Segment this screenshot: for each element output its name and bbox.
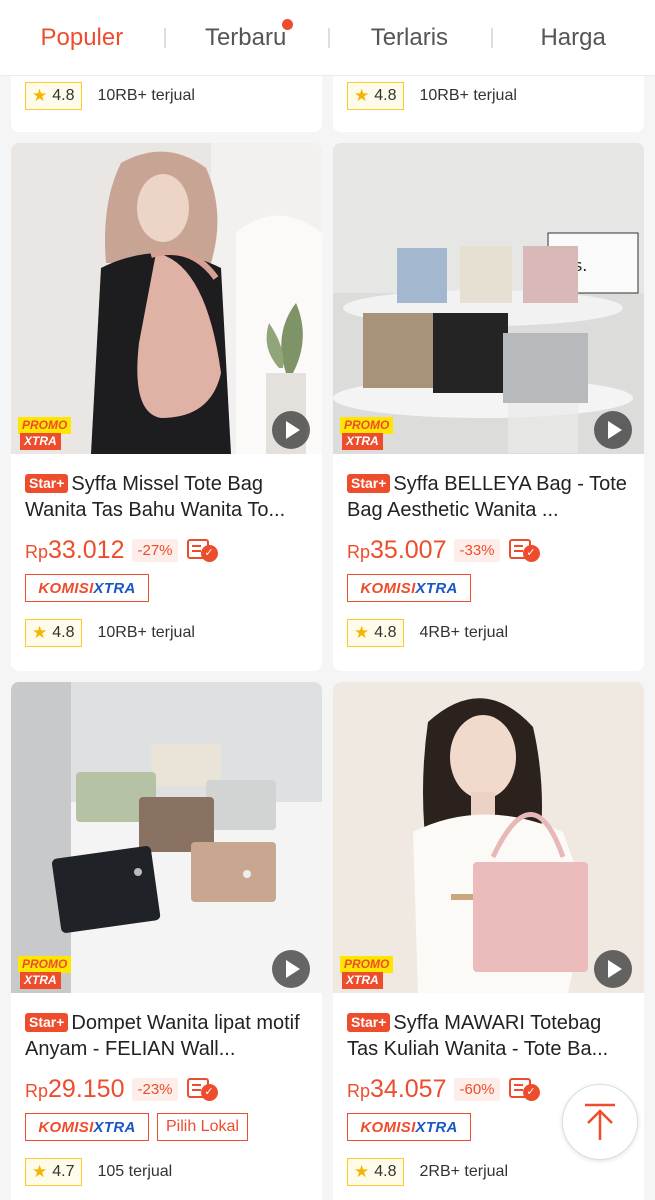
star-icon: ★	[354, 86, 370, 105]
rating-value: 4.8	[374, 87, 397, 104]
arrow-up-icon	[585, 1103, 615, 1140]
tab-terbaru-label: Terbaru	[204, 23, 287, 51]
rating-row: ★ 4.8 10RB+ terjual	[25, 82, 195, 110]
back-to-top-button[interactable]	[562, 1084, 638, 1160]
product-image[interactable]: PROMO XTRA	[11, 143, 322, 454]
price: Rp34.057	[347, 1074, 447, 1103]
rating-badge: ★ 4.7	[25, 1158, 82, 1186]
rating-badge: ★ 4.8	[25, 619, 82, 647]
rating-value: 4.8	[374, 624, 397, 641]
rating-value: 4.8	[52, 624, 75, 641]
tag-row: KOMISI XTRA	[347, 574, 471, 602]
rating-value: 4.7	[52, 1163, 75, 1180]
tab-populer[interactable]: Populer	[0, 0, 164, 76]
product-title: Star+ Syffa Missel Tote Bag Wanita Tas Ba…	[25, 471, 312, 523]
rating-row: ★ 4.8 10RB+ terjual	[25, 619, 195, 647]
tab-terlaris[interactable]: Terlaris	[327, 0, 492, 76]
play-video-icon[interactable]	[594, 411, 632, 449]
rating-badge: ★ 4.8	[347, 82, 404, 110]
cod-verified-icon: ✓	[186, 537, 221, 563]
play-video-icon[interactable]	[272, 411, 310, 449]
rating-row: ★ 4.8 10RB+ terjual	[347, 82, 517, 110]
discount-badge: -23%	[132, 1077, 178, 1101]
product-card[interactable]: PROMO XTRA Star+ Syffa Missel Tote Bag Wan…	[11, 143, 322, 671]
price-row: Rp29.150 -23% ✓	[25, 1072, 221, 1106]
komisi-xtra-tag: KOMISI XTRA	[25, 1113, 149, 1141]
star-plus-badge: Star+	[347, 1013, 391, 1032]
promo-xtra-badge: PROMO XTRA	[18, 417, 88, 451]
star-icon: ★	[32, 86, 48, 105]
sold-count: 105 terjual	[97, 1163, 173, 1180]
pilih-lokal-tag: Pilih Lokal	[157, 1113, 248, 1141]
tag-row: KOMISI XTRA Pilih Lokal	[25, 1113, 248, 1141]
tag-row: KOMISI XTRA	[347, 1113, 471, 1141]
promo-xtra-badge: PROMO XTRA	[18, 956, 88, 990]
komisi-xtra-tag: KOMISI XTRA	[347, 574, 471, 602]
rating-row: ★ 4.7 105 terjual	[25, 1158, 172, 1186]
rating-value: 4.8	[374, 1163, 397, 1180]
play-video-icon[interactable]	[272, 950, 310, 988]
tag-row: KOMISI XTRA	[25, 574, 149, 602]
star-icon: ★	[32, 623, 48, 642]
product-image[interactable]: PROMO XTRA	[333, 682, 644, 993]
product-title: Star+ Syffa BELLEYA Bag - Tote Bag Aesthe…	[347, 471, 634, 523]
rating-row: ★ 4.8 4RB+ terjual	[347, 619, 508, 647]
komisi-xtra-tag: KOMISI XTRA	[347, 1113, 471, 1141]
sort-tabs: Populer Terbaru Terlaris Harga	[0, 0, 655, 76]
discount-badge: -60%	[454, 1077, 500, 1101]
new-indicator-dot	[281, 18, 293, 30]
price: Rp29.150	[25, 1074, 125, 1103]
star-plus-badge: Star+	[25, 1013, 69, 1032]
star-plus-badge: Star+	[347, 474, 391, 493]
price-row: Rp34.057 -60% ✓	[347, 1072, 543, 1106]
price-row: Rp33.012 -27% ✓	[25, 533, 221, 567]
cod-verified-icon: ✓	[508, 1076, 543, 1102]
star-plus-badge: Star+	[25, 474, 69, 493]
product-card[interactable]: PROMO XTRA Star+ Dompet Wanita lipat motif…	[11, 682, 322, 1200]
star-icon: ★	[354, 623, 370, 642]
komisi-xtra-tag: KOMISI XTRA	[25, 574, 149, 602]
cod-verified-icon: ✓	[186, 1076, 221, 1102]
product-image[interactable]: cus. PROMOXTRA	[333, 143, 644, 454]
rating-badge: ★ 4.8	[25, 82, 82, 110]
sold-count: 2RB+ terjual	[419, 1163, 509, 1180]
sold-count: 10RB+ terjual	[97, 87, 195, 104]
product-image[interactable]: PROMO XTRA	[11, 682, 322, 993]
rating-badge: ★ 4.8	[347, 1158, 404, 1186]
star-icon: ★	[354, 1162, 370, 1181]
rating-row: ★ 4.8 2RB+ terjual	[347, 1158, 508, 1186]
product-title: Star+ Syffa MAWARI Totebag Tas Kuliah Wan…	[347, 1010, 634, 1062]
cod-verified-icon: ✓	[508, 537, 543, 563]
tab-harga[interactable]: Harga	[491, 0, 655, 76]
price-row: Rp35.007 -33% ✓	[347, 533, 543, 567]
play-video-icon[interactable]	[594, 950, 632, 988]
discount-badge: -27%	[132, 538, 178, 562]
promo-xtra-badge: PROMO XTRA	[340, 956, 410, 990]
price: Rp33.012	[25, 535, 125, 564]
sold-count: 10RB+ terjual	[97, 624, 195, 641]
tab-terbaru[interactable]: Terbaru	[163, 0, 328, 76]
sold-count: 4RB+ terjual	[419, 624, 509, 641]
promo-xtra-badge: PROMO XTRA	[340, 417, 410, 451]
price: Rp35.007	[347, 535, 447, 564]
discount-badge: -33%	[454, 538, 500, 562]
sold-count: 10RB+ terjual	[419, 87, 517, 104]
rating-value: 4.8	[52, 87, 75, 104]
rating-badge: ★ 4.8	[347, 619, 404, 647]
product-card[interactable]: cus. PROMOXTRA Star+Syffa BELLEYA Bag - …	[333, 143, 644, 671]
product-title: Star+ Dompet Wanita lipat motif Anyam - F…	[25, 1010, 312, 1062]
star-icon: ★	[32, 1162, 48, 1181]
